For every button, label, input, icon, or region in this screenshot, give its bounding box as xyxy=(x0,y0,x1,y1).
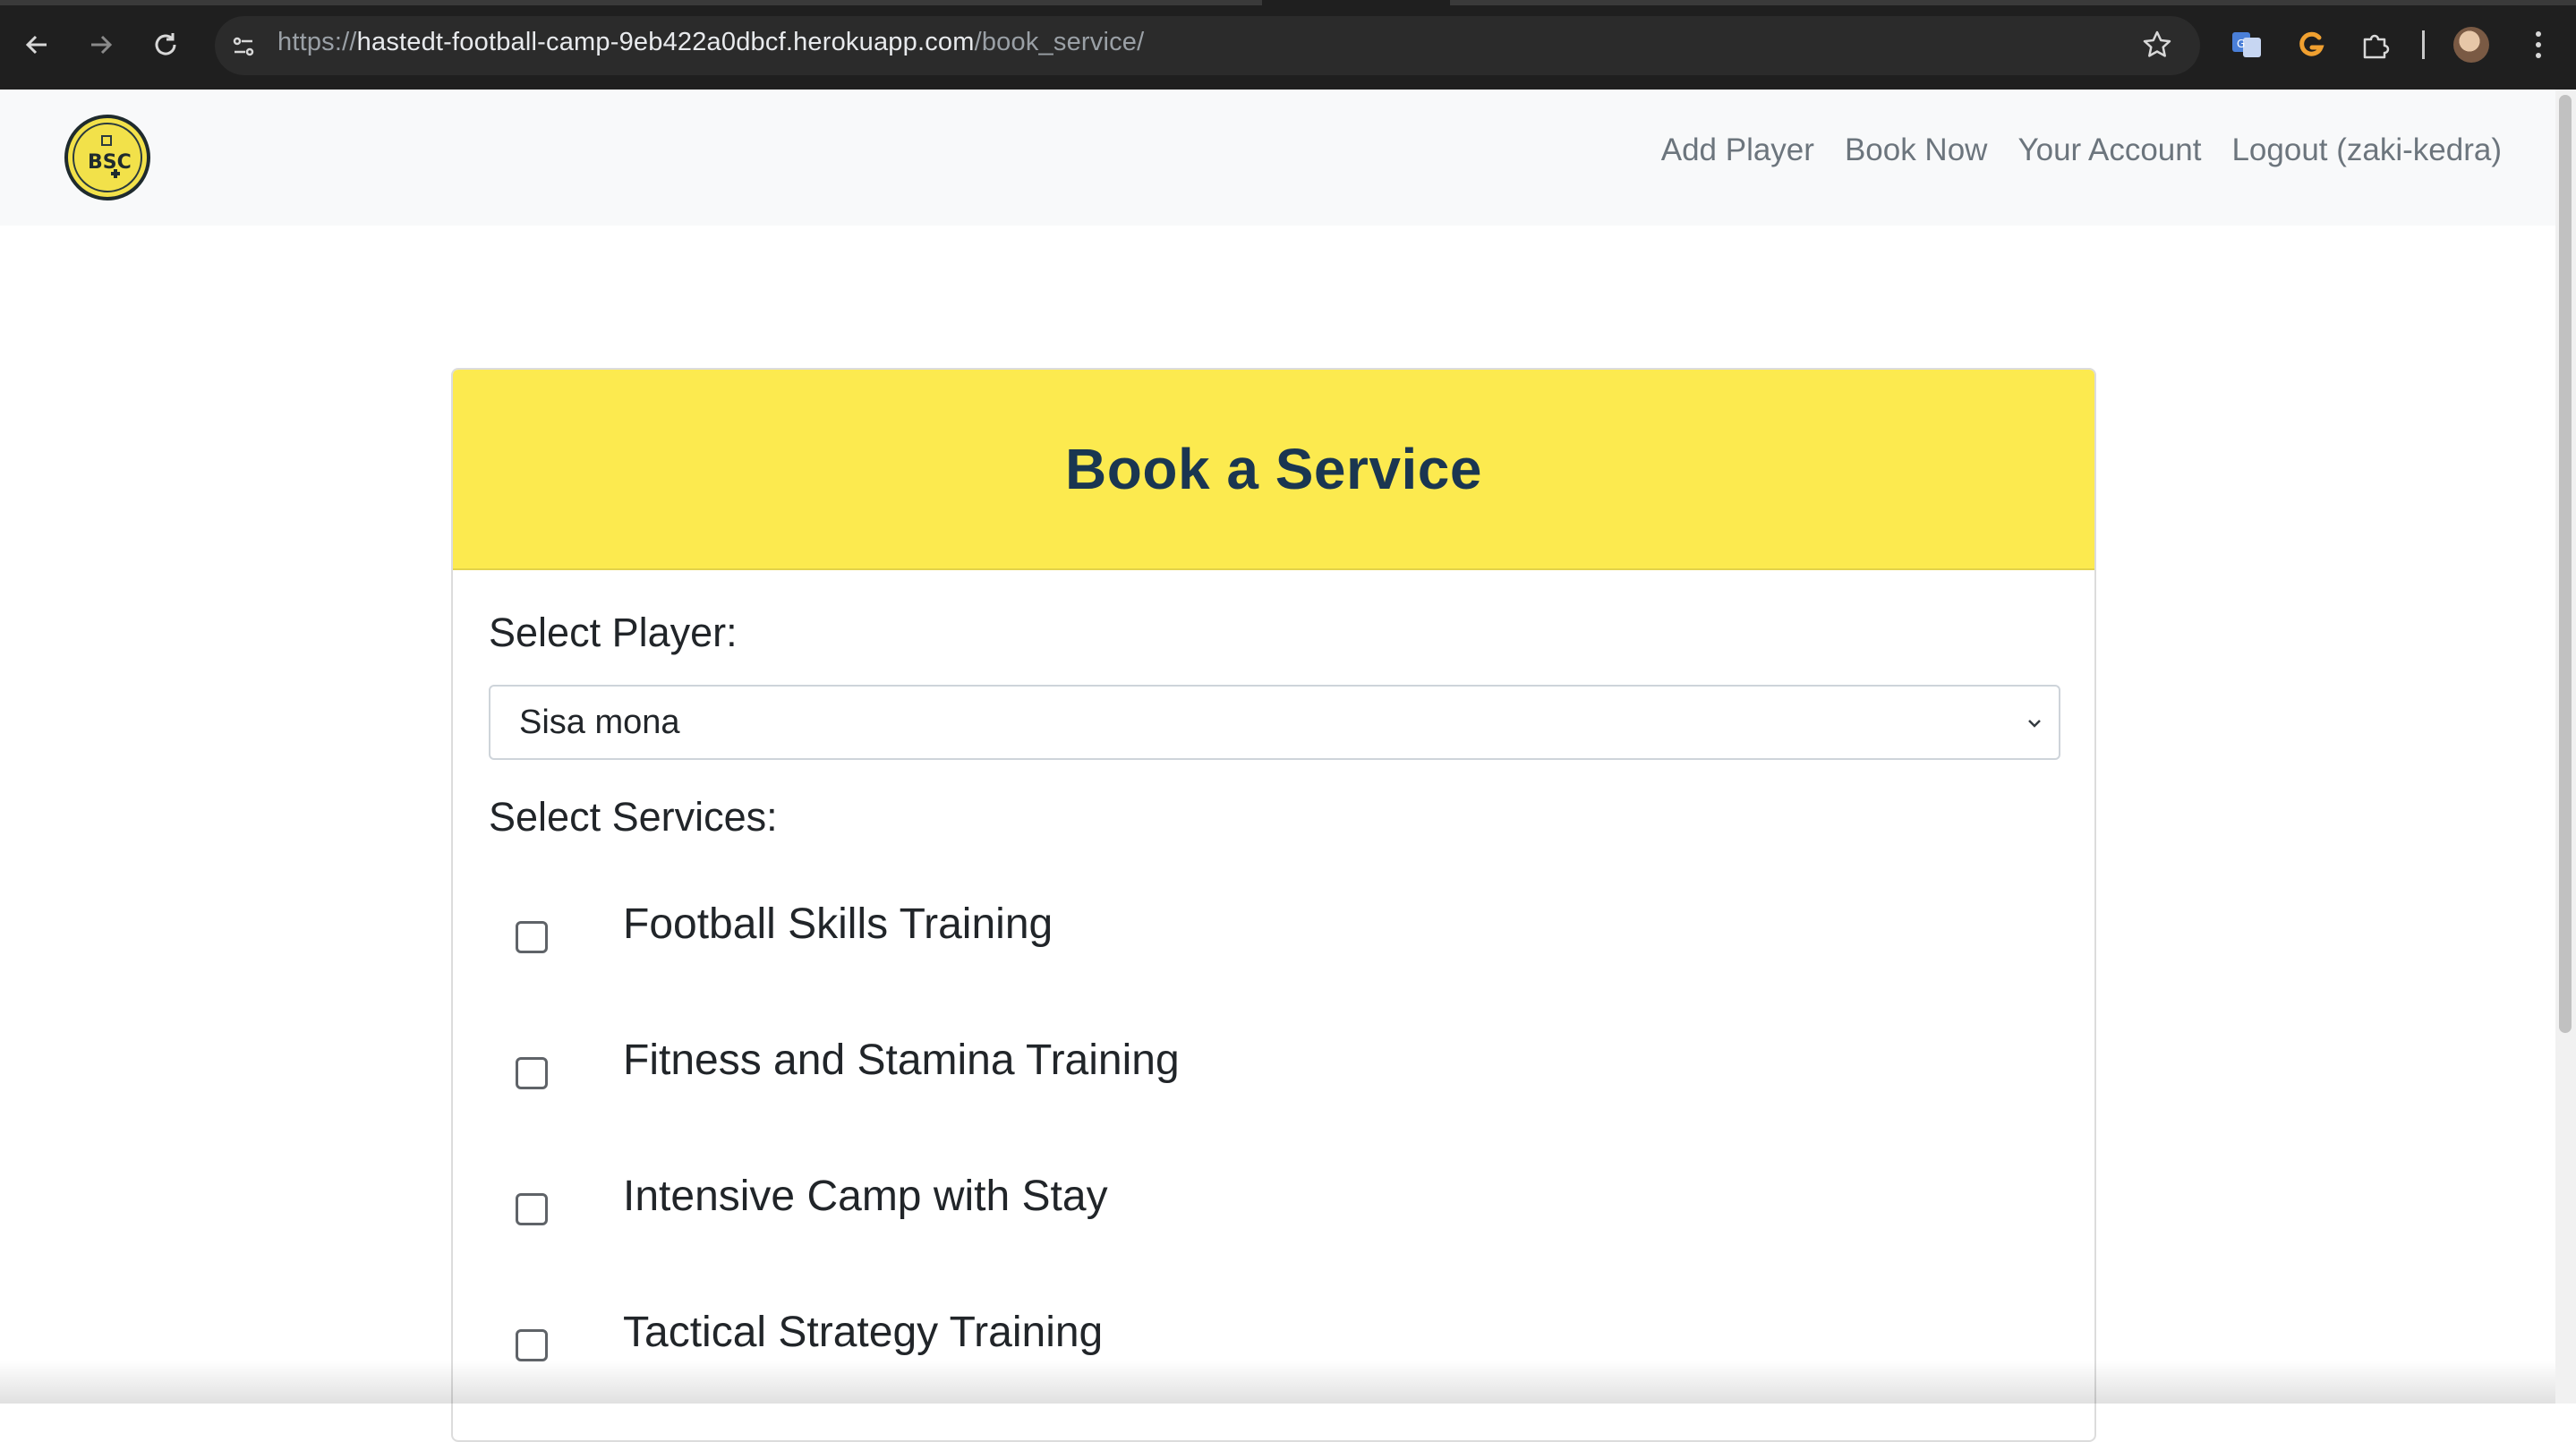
nav-your-account[interactable]: Your Account xyxy=(2017,132,2201,168)
select-services-label: Select Services: xyxy=(489,794,778,840)
site-logo[interactable]: BSC xyxy=(64,115,150,201)
service-option[interactable]: Football Skills Training xyxy=(489,900,2010,982)
booking-card: Book a Service Select Player: Sisa mona … xyxy=(451,368,2096,1442)
toolbar-separator xyxy=(2422,30,2425,59)
service-label[interactable]: Football Skills Training xyxy=(623,900,1053,949)
viewport-bottom-shadow xyxy=(0,1361,2555,1404)
nav-links: Add Player Book Now Your Account Logout … xyxy=(1661,132,2502,168)
site-navbar: BSC Add Player Book Now Your Account Log… xyxy=(0,90,2555,226)
back-icon[interactable] xyxy=(14,22,59,67)
card-header: Book a Service xyxy=(453,370,2094,570)
bookmark-star-icon[interactable] xyxy=(2136,23,2179,66)
site-info-icon[interactable] xyxy=(224,27,263,66)
url-text[interactable]: https://hastedt-football-camp-9eb422a0db… xyxy=(277,28,1144,57)
select-player-label: Select Player: xyxy=(489,610,738,655)
service-label[interactable]: Intensive Camp with Stay xyxy=(623,1172,1108,1221)
service-option[interactable]: Fitness and Stamina Training xyxy=(489,1037,2010,1118)
nav-add-player[interactable]: Add Player xyxy=(1661,132,1814,168)
nav-logout[interactable]: Logout (zaki-kedra) xyxy=(2231,132,2502,168)
forward-icon[interactable] xyxy=(79,22,124,67)
tab-strip-edge-right xyxy=(1450,0,2576,5)
translate-extension-icon[interactable]: G xyxy=(2225,23,2268,66)
service-checkbox[interactable] xyxy=(516,1329,548,1361)
service-option[interactable]: Intensive Camp with Stay xyxy=(489,1173,2010,1254)
page-scrollbar[interactable] xyxy=(2555,90,2576,1404)
nav-book-now[interactable]: Book Now xyxy=(1845,132,1988,168)
service-label[interactable]: Fitness and Stamina Training xyxy=(623,1036,1180,1085)
url-scheme: https:// xyxy=(277,28,357,56)
service-checkbox[interactable] xyxy=(516,1057,548,1089)
profile-avatar[interactable] xyxy=(2453,27,2489,63)
svg-text:G: G xyxy=(2237,38,2245,50)
more-menu-icon[interactable] xyxy=(2521,23,2556,66)
reload-icon[interactable] xyxy=(143,22,188,67)
player-select-value: Sisa mona xyxy=(519,703,680,741)
url-path: /book_service/ xyxy=(974,28,1145,56)
scrollbar-thumb[interactable] xyxy=(2559,95,2572,1033)
browser-toolbar: https://hastedt-football-camp-9eb422a0db… xyxy=(0,0,2576,90)
tab-strip-edge xyxy=(0,0,1262,5)
service-checkbox[interactable] xyxy=(516,1193,548,1225)
chevron-down-icon xyxy=(2028,720,2041,728)
service-label[interactable]: Tactical Strategy Training xyxy=(623,1308,1103,1357)
player-select[interactable]: Sisa mona xyxy=(489,685,2060,760)
grammarly-extension-icon[interactable] xyxy=(2290,23,2333,66)
service-checkbox[interactable] xyxy=(516,921,548,953)
url-host: hastedt-football-camp-9eb422a0dbcf.herok… xyxy=(356,28,975,56)
page-title: Book a Service xyxy=(1065,437,1482,501)
logo-text: BSC xyxy=(88,151,132,174)
extensions-puzzle-icon[interactable] xyxy=(2354,23,2397,66)
